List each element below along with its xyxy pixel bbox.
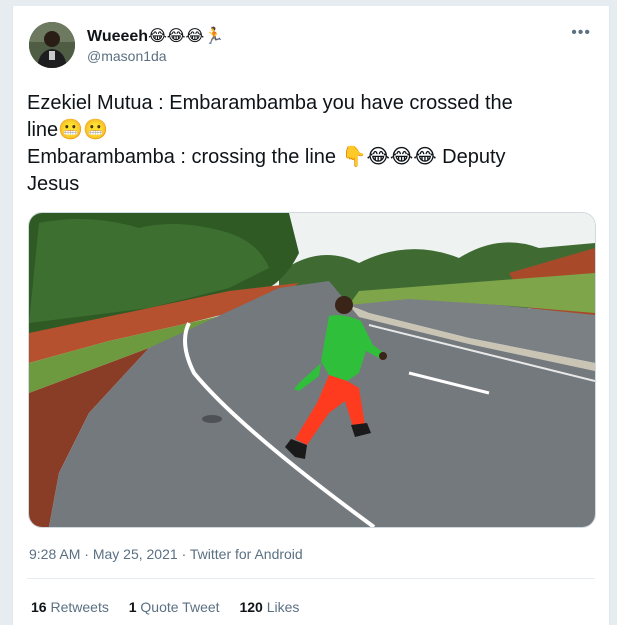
retweets-stat[interactable]: 16 Retweets: [31, 599, 109, 615]
tweet-time[interactable]: 9:28 AM: [29, 546, 80, 562]
display-name[interactable]: Wueeeh😂😂😂🏃: [87, 26, 224, 46]
tweet-photo[interactable]: [28, 212, 596, 528]
tweet-source[interactable]: Twitter for Android: [190, 546, 303, 562]
tweet-line-2: line😬😬: [27, 119, 108, 141]
likes-stat[interactable]: 120 Likes: [239, 599, 299, 615]
meta-separator: ·: [181, 546, 190, 562]
tweet-date[interactable]: May 25, 2021: [93, 546, 178, 562]
display-name-text: Wueeeh: [87, 28, 149, 45]
display-name-emojis: 😂😂😂🏃: [148, 26, 225, 45]
avatar-image: [29, 22, 75, 68]
road-photo: [29, 213, 595, 527]
tweet-text: Ezekiel Mutua : Embarambamba you have cr…: [27, 90, 597, 198]
meta-separator: ·: [84, 546, 93, 562]
tweet-line-3: Embarambamba : crossing the line 👇😂😂😂 De…: [27, 146, 506, 168]
tweet-line-1: Ezekiel Mutua : Embarambamba you have cr…: [27, 92, 513, 114]
avatar[interactable]: [29, 22, 75, 68]
tweet-meta: 9:28 AM · May 25, 2021 · Twitter for And…: [29, 546, 303, 562]
quote-tweets-count: 1: [128, 599, 137, 615]
user-handle[interactable]: @mason1da: [87, 48, 167, 64]
retweets-count: 16: [31, 599, 47, 615]
divider: [27, 578, 595, 579]
quote-tweets-stat[interactable]: 1 Quote Tweet: [129, 599, 220, 615]
tweet-line-4: Jesus: [27, 173, 80, 195]
more-horizontal-icon[interactable]: •••: [571, 24, 591, 42]
tweet-stats: 16 Retweets 1 Quote Tweet 120 Likes: [31, 599, 315, 615]
likes-count: 120: [239, 599, 263, 615]
tweet-card: Wueeeh😂😂😂🏃 @mason1da ••• Ezekiel Mutua :…: [12, 6, 610, 625]
retweets-label: Retweets: [50, 599, 109, 615]
quote-tweets-label: Quote Tweet: [140, 599, 220, 615]
likes-label: Likes: [266, 599, 300, 615]
